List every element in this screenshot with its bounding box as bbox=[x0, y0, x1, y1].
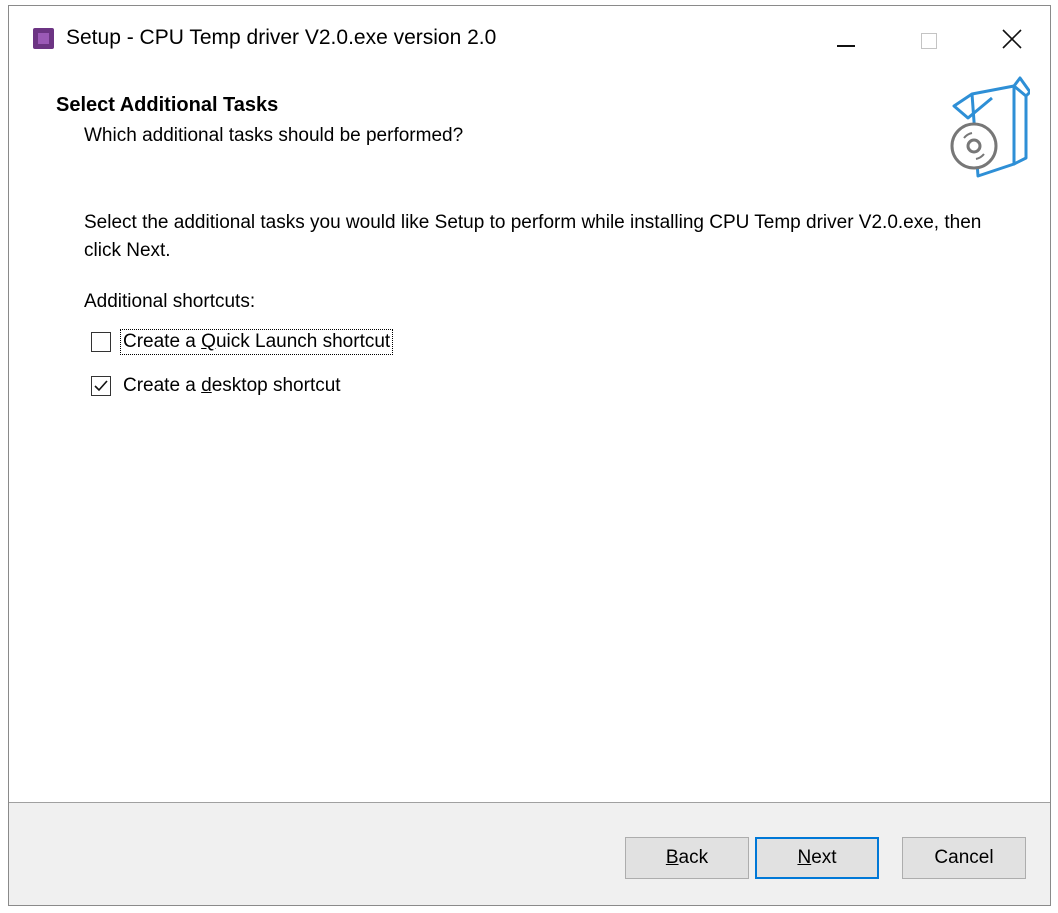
title-bar[interactable]: Setup - CPU Temp driver V2.0.exe version… bbox=[9, 6, 1050, 72]
quick-launch-option[interactable]: Create a Quick Launch shortcut bbox=[91, 328, 394, 356]
instructions-text: Select the additional tasks you would li… bbox=[84, 212, 982, 261]
desktop-shortcut-option[interactable]: Create a desktop shortcut bbox=[91, 372, 343, 400]
checkmark-icon bbox=[94, 380, 108, 392]
maximize-button[interactable] bbox=[889, 6, 969, 72]
shortcuts-group-label: Additional shortcuts: bbox=[84, 291, 256, 312]
next-button[interactable]: Next bbox=[755, 837, 879, 879]
cpu-chip-icon bbox=[33, 28, 54, 49]
window-title: Setup - CPU Temp driver V2.0.exe version… bbox=[66, 26, 497, 49]
back-button[interactable]: Back bbox=[625, 837, 749, 879]
close-icon bbox=[1002, 29, 1022, 49]
quick-launch-checkbox[interactable] bbox=[91, 332, 111, 352]
software-box-cd-icon bbox=[950, 76, 1030, 178]
setup-window: Setup - CPU Temp driver V2.0.exe version… bbox=[8, 5, 1051, 906]
close-button[interactable] bbox=[971, 6, 1051, 72]
quick-launch-label[interactable]: Create a Quick Launch shortcut bbox=[119, 329, 394, 355]
button-bar: Back Next Cancel bbox=[9, 802, 1050, 905]
page-subtitle: Which additional tasks should be perform… bbox=[84, 125, 464, 146]
desktop-shortcut-label[interactable]: Create a desktop shortcut bbox=[121, 374, 343, 398]
page-title: Select Additional Tasks bbox=[56, 94, 279, 116]
cancel-button[interactable]: Cancel bbox=[902, 837, 1026, 879]
desktop-shortcut-checkbox[interactable] bbox=[91, 376, 111, 396]
minimize-button[interactable] bbox=[803, 6, 883, 72]
